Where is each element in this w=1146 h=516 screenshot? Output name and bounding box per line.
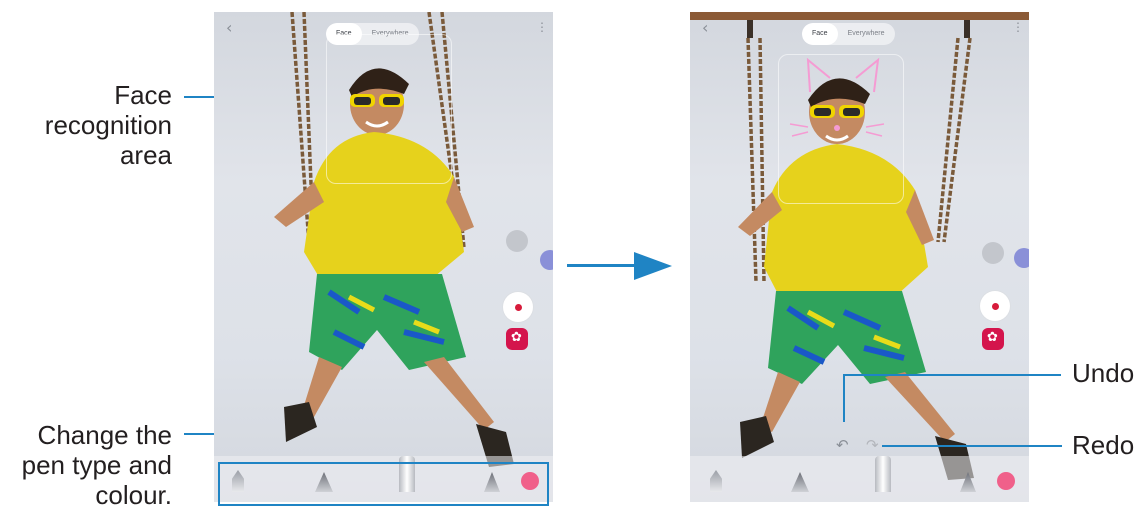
record-button[interactable] xyxy=(503,292,533,322)
toolbar-highlight-frame xyxy=(218,462,549,506)
undo-label: Undo xyxy=(1072,358,1135,388)
pen-icon[interactable] xyxy=(540,250,553,270)
face-recognition-area-label: Face recognition area xyxy=(0,80,172,170)
undo-icon[interactable]: ↶ xyxy=(836,436,849,454)
pen-icon[interactable] xyxy=(1014,248,1029,268)
pen-type-chalk[interactable] xyxy=(710,470,722,492)
sticker-button[interactable]: ✿ xyxy=(506,328,528,350)
label-line-3: colour. xyxy=(95,480,172,510)
pen-type-highlighter[interactable] xyxy=(875,456,891,492)
pen-type-brush[interactable] xyxy=(960,472,976,492)
face-recognition-frame xyxy=(778,54,904,204)
switch-camera-icon[interactable] xyxy=(506,230,528,252)
sticker-button[interactable]: ✿ xyxy=(982,328,1004,350)
face-recognition-frame xyxy=(326,34,452,184)
undo-pointer-horizontal xyxy=(843,374,1061,376)
switch-camera-icon[interactable] xyxy=(982,242,1004,264)
arrow-head-icon xyxy=(634,252,672,280)
pen-color-picker[interactable] xyxy=(997,472,1015,490)
label-line-1: Change the xyxy=(37,420,172,450)
label-line-2: recognition xyxy=(44,110,172,140)
pen-type-label: Change the pen type and colour. xyxy=(0,420,172,510)
redo-label: Redo xyxy=(1072,430,1135,460)
undo-pointer-vertical xyxy=(843,374,845,422)
redo-pointer xyxy=(882,445,1062,447)
label-line-1: Face xyxy=(114,80,172,110)
redo-icon[interactable]: ↷ xyxy=(866,436,879,454)
record-dot xyxy=(515,304,522,311)
label-line-3: area xyxy=(119,140,172,170)
label-line-2: pen type and xyxy=(21,450,172,480)
pen-toolbar xyxy=(690,456,1029,502)
camera-preview-before: ‹ Face Everywhere ⋮ ✿ xyxy=(214,12,553,502)
pen-type-marker[interactable] xyxy=(791,472,809,492)
record-button[interactable] xyxy=(980,291,1010,321)
record-dot xyxy=(992,303,999,310)
camera-preview-after: ‹ Face Everywhere ⋮ ✿ ↶ ↷ xyxy=(690,12,1029,502)
flower-icon: ✿ xyxy=(511,330,522,345)
flower-icon: ✿ xyxy=(987,330,998,345)
